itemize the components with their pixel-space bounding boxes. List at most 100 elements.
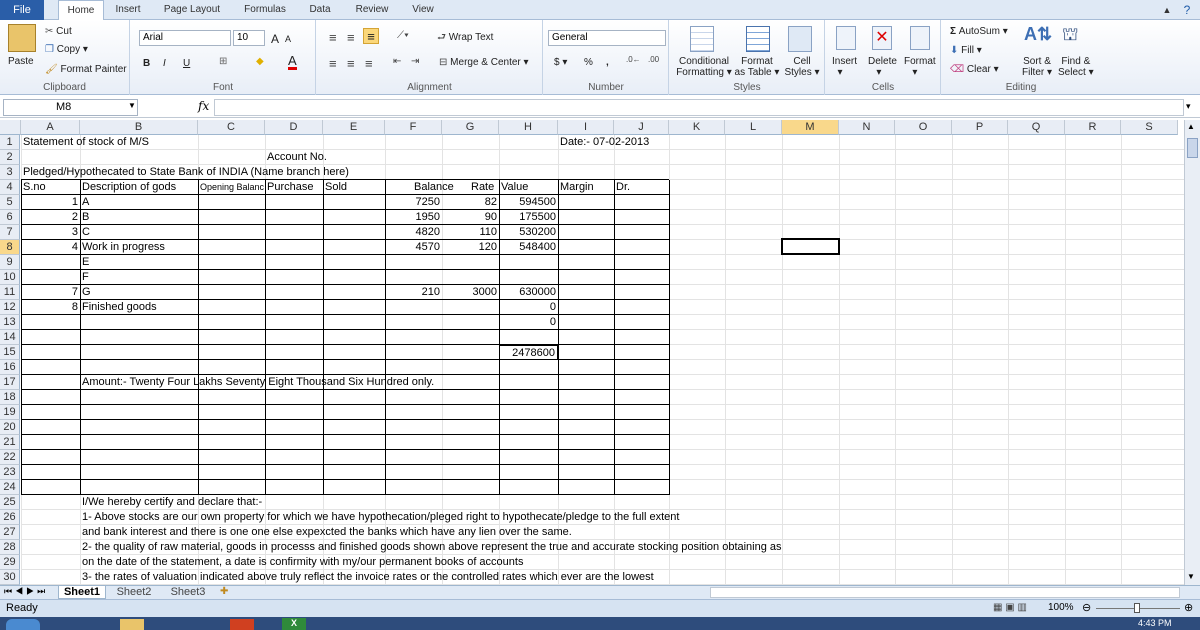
borders-icon[interactable]: ⊞ — [219, 56, 227, 67]
column-header-e[interactable]: E — [323, 120, 385, 135]
increase-indent-icon[interactable]: ⇥ — [411, 56, 419, 67]
format-cells-icon[interactable] — [910, 26, 930, 50]
sheet-title[interactable]: Statement of stock of M/S — [21, 135, 151, 150]
column-header-a[interactable]: A — [21, 120, 80, 135]
font-size-select[interactable]: 10 — [233, 30, 265, 46]
item-description[interactable]: Finished goods — [80, 300, 159, 315]
taskbar-excel-icon[interactable]: X — [282, 618, 306, 630]
row-header-17[interactable]: 17 — [0, 375, 20, 390]
item-balance[interactable] — [385, 255, 442, 270]
item-balance[interactable]: 4820 — [385, 225, 442, 240]
conditional-formatting-icon[interactable] — [690, 26, 714, 52]
insert-button[interactable]: Insert ▾ — [832, 56, 857, 78]
item-balance[interactable]: 4570 — [385, 240, 442, 255]
item-description[interactable]: B — [80, 210, 91, 225]
grow-font-button[interactable]: A — [271, 32, 279, 46]
column-header-m[interactable]: M — [782, 120, 839, 135]
item-rate[interactable] — [442, 255, 499, 270]
column-header-h[interactable]: H — [499, 120, 558, 135]
horizontal-scrollbar[interactable] — [710, 587, 1180, 598]
row-header-1[interactable]: 1 — [0, 135, 20, 150]
tab-data[interactable]: Data — [300, 0, 340, 20]
cut-button[interactable]: ✂ Cut — [45, 26, 72, 37]
format-painter-button[interactable]: 🖌 Format Painter — [45, 64, 127, 75]
item-description[interactable]: G — [80, 285, 93, 300]
autosum-button[interactable]: Σ AutoSum ▾ — [950, 26, 1008, 37]
row-header-12[interactable]: 12 — [0, 300, 20, 315]
column-header-n[interactable]: N — [839, 120, 895, 135]
item-balance[interactable]: 210 — [385, 285, 442, 300]
column-header-j[interactable]: J — [614, 120, 669, 135]
column-header-l[interactable]: L — [725, 120, 782, 135]
item-sno[interactable]: 8 — [21, 300, 80, 315]
column-header-r[interactable]: R — [1065, 120, 1121, 135]
certification-line[interactable]: 1- Above stocks are our own property for… — [80, 510, 681, 525]
column-header-s[interactable]: S — [1121, 120, 1178, 135]
format-as-table-button[interactable]: Format as Table ▾ — [732, 56, 782, 78]
name-box[interactable]: M8 — [3, 99, 138, 116]
clear-button[interactable]: ⌫ Clear ▾ — [950, 64, 999, 75]
item-value[interactable] — [499, 270, 558, 285]
sheet-tab-sheet3[interactable]: Sheet3 — [162, 586, 214, 599]
row-header-24[interactable]: 24 — [0, 480, 20, 495]
sheet-tab-sheet2[interactable]: Sheet2 — [108, 586, 160, 599]
align-center-icon[interactable]: ≡ — [347, 56, 355, 71]
vertical-scrollbar[interactable]: ▲ ▼ — [1184, 120, 1200, 585]
column-header-o[interactable]: O — [895, 120, 952, 135]
scroll-up-icon[interactable]: ▲ — [1187, 122, 1195, 131]
total-value[interactable]: 2478600 — [499, 345, 558, 360]
start-button[interactable] — [6, 619, 40, 630]
column-header-k[interactable]: K — [669, 120, 725, 135]
item-rate[interactable]: 82 — [442, 195, 499, 210]
item-sno[interactable] — [21, 315, 80, 330]
item-description[interactable]: F — [80, 270, 91, 285]
item-rate[interactable] — [442, 300, 499, 315]
item-balance[interactable]: 7250 — [385, 195, 442, 210]
align-bottom-icon[interactable]: ≡ — [363, 28, 379, 44]
row-header-16[interactable]: 16 — [0, 360, 20, 375]
row-header-5[interactable]: 5 — [0, 195, 20, 210]
copy-button[interactable]: ❐ Copy ▾ — [45, 44, 88, 55]
row-header-4[interactable]: 4 — [0, 180, 20, 195]
zoom-level[interactable]: 100% — [1048, 602, 1074, 613]
decrease-indent-icon[interactable]: ⇤ — [393, 56, 401, 67]
row-header-27[interactable]: 27 — [0, 525, 20, 540]
item-description[interactable]: A — [80, 195, 91, 210]
date-label[interactable]: Date:- 07-02-2013 — [558, 135, 651, 150]
underline-button[interactable]: U — [183, 58, 190, 69]
row-header-25[interactable]: 25 — [0, 495, 20, 510]
certification-line[interactable]: and bank interest and there is one one e… — [80, 525, 574, 540]
tab-page-layout[interactable]: Page Layout — [155, 0, 229, 20]
row-header-26[interactable]: 26 — [0, 510, 20, 525]
row-header-14[interactable]: 14 — [0, 330, 20, 345]
align-top-icon[interactable]: ≡ — [329, 30, 337, 45]
delete-button[interactable]: Delete ▾ — [868, 56, 897, 78]
tab-insert[interactable]: Insert — [108, 0, 148, 20]
item-rate[interactable] — [442, 270, 499, 285]
font-name-select[interactable]: Arial — [139, 30, 231, 46]
tab-view[interactable]: View — [402, 0, 444, 20]
zoom-slider-thumb[interactable] — [1134, 603, 1140, 613]
item-rate[interactable]: 90 — [442, 210, 499, 225]
sort-filter-button[interactable]: Sort & Filter ▾ — [1022, 56, 1052, 78]
help-icon[interactable]: ? — [1178, 0, 1196, 20]
item-value[interactable]: 530200 — [499, 225, 558, 240]
item-description[interactable]: E — [80, 255, 91, 270]
item-sno[interactable]: 4 — [21, 240, 80, 255]
row-header-10[interactable]: 10 — [0, 270, 20, 285]
certification-line[interactable]: 3- the rates of valuation indicated abov… — [80, 570, 656, 585]
align-left-icon[interactable]: ≡ — [329, 56, 337, 71]
currency-button[interactable]: $ ▾ — [554, 57, 567, 68]
percent-button[interactable]: % — [584, 57, 593, 68]
certification-line[interactable]: I/We hereby certify and declare that:- — [80, 495, 264, 510]
header-sno[interactable]: S.no — [21, 180, 48, 195]
selected-cell-m8[interactable] — [781, 238, 840, 255]
sheet-nav-icon[interactable]: ⏮◀▶⏭ — [4, 586, 48, 597]
item-balance[interactable] — [385, 315, 442, 330]
row-header-21[interactable]: 21 — [0, 435, 20, 450]
row-header-22[interactable]: 22 — [0, 450, 20, 465]
header-opening-balance[interactable]: Opening Balanc — [198, 180, 265, 195]
expand-formula-icon[interactable]: ▾ — [1186, 101, 1191, 112]
tab-formulas[interactable]: Formulas — [235, 0, 295, 20]
column-header-b[interactable]: B — [80, 120, 198, 135]
